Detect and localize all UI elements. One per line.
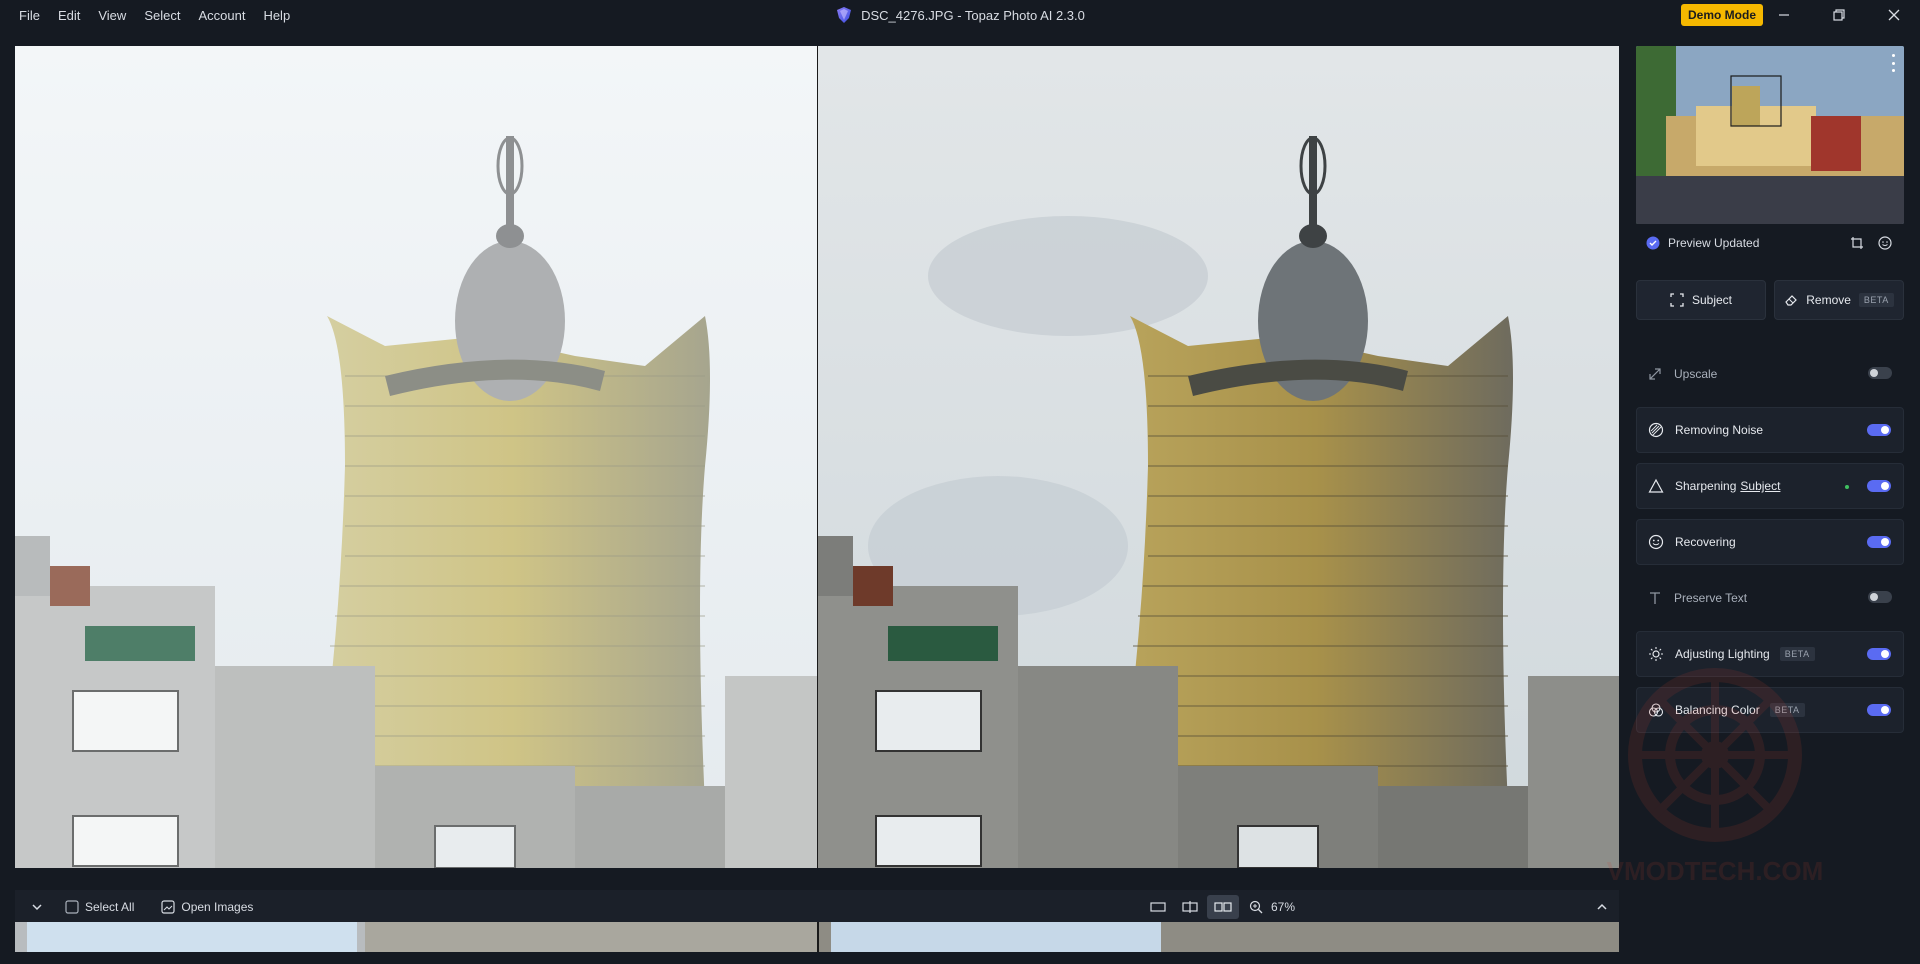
feature-adjusting-lighting[interactable]: Adjusting Lighting BETA <box>1636 631 1904 677</box>
adjusting-lighting-toggle[interactable] <box>1867 648 1891 660</box>
status-dot <box>1845 485 1849 489</box>
noise-icon <box>1647 421 1665 439</box>
removing-noise-toggle[interactable] <box>1867 424 1891 436</box>
filmstrip-images <box>15 922 1619 952</box>
open-images-label: Open Images <box>181 900 254 914</box>
open-images-button[interactable]: Open Images <box>161 890 253 924</box>
navigator-photo <box>1636 46 1904 224</box>
bottom-toolbar: Select All Open Images 67% <box>15 890 1619 924</box>
topaz-logo-icon <box>837 7 852 23</box>
chevron-down-icon[interactable] <box>25 890 49 924</box>
face-recovery-icon <box>1647 533 1665 551</box>
menu-account[interactable]: Account <box>189 8 254 23</box>
sun-icon <box>1647 645 1665 663</box>
enhanced-image-pane[interactable] <box>818 46 1619 868</box>
menu-bar: File Edit View Select Account Help <box>0 0 299 30</box>
upscale-icon <box>1646 365 1664 383</box>
more-options-icon[interactable] <box>1892 54 1896 72</box>
close-icon[interactable] <box>1871 0 1917 30</box>
window-title-text: DSC_4276.JPG - Topaz Photo AI 2.3.0 <box>861 7 1085 23</box>
chevron-up-icon[interactable] <box>1592 890 1612 924</box>
feature-removing-noise[interactable]: Removing Noise <box>1636 407 1904 453</box>
menu-view[interactable]: View <box>89 8 135 23</box>
zoom-control[interactable]: 67% <box>1249 890 1295 924</box>
minimize-icon[interactable] <box>1761 0 1807 30</box>
crop-icon[interactable] <box>1850 236 1864 250</box>
feature-balancing-color[interactable]: Balancing Color BETA <box>1636 687 1904 733</box>
feature-upscale[interactable]: Upscale <box>1636 351 1904 397</box>
tool-buttons: Subject Remove BETA <box>1636 280 1904 320</box>
checkbox-icon <box>65 900 79 914</box>
feature-preserve-text[interactable]: Preserve Text <box>1636 575 1904 621</box>
subject-button[interactable]: Subject <box>1636 280 1766 320</box>
side-by-side-view-icon[interactable] <box>1207 895 1239 919</box>
upscale-toggle[interactable] <box>1868 367 1892 379</box>
demo-mode-button[interactable]: Demo Mode <box>1681 4 1764 26</box>
feature-label: Removing Noise <box>1675 423 1764 437</box>
preserve-text-toggle[interactable] <box>1868 591 1892 603</box>
subject-select-icon <box>1670 293 1684 307</box>
select-all-checkbox[interactable]: Select All <box>65 890 134 924</box>
remove-button[interactable]: Remove BETA <box>1774 280 1904 320</box>
check-circle-icon <box>1646 236 1660 250</box>
image-viewer[interactable] <box>15 46 1619 868</box>
beta-badge: BETA <box>1779 647 1815 661</box>
sharpening-subject-link[interactable]: Subject <box>1740 479 1780 493</box>
menu-select[interactable]: Select <box>135 8 189 23</box>
filmstrip[interactable] <box>15 922 1619 952</box>
feature-label: Balancing Color <box>1675 703 1760 717</box>
select-all-label: Select All <box>85 900 135 914</box>
menu-help[interactable]: Help <box>254 8 299 23</box>
balancing-color-toggle[interactable] <box>1867 704 1891 716</box>
feature-recovering[interactable]: Recovering <box>1636 519 1904 565</box>
beta-badge: BETA <box>1858 293 1894 307</box>
split-view-icon[interactable] <box>1178 890 1202 924</box>
enhanced-photo <box>818 46 1619 868</box>
triangle-icon <box>1647 477 1665 495</box>
feature-label: Adjusting Lighting <box>1675 647 1770 661</box>
subject-button-label: Subject <box>1691 293 1733 307</box>
text-icon <box>1646 589 1664 607</box>
color-balance-icon <box>1647 701 1665 719</box>
feature-sharpening[interactable]: Sharpening Subject <box>1636 463 1904 509</box>
title-bar: File Edit View Select Account Help DSC_4… <box>0 0 1920 30</box>
feature-label: Sharpening <box>1675 479 1737 493</box>
original-image-pane[interactable] <box>15 46 817 868</box>
menu-file[interactable]: File <box>10 8 49 23</box>
eraser-icon <box>1785 295 1798 306</box>
sharpening-toggle[interactable] <box>1867 480 1891 492</box>
feature-label: Recovering <box>1675 535 1736 549</box>
zoom-level: 67% <box>1271 900 1296 914</box>
settings-sidebar: Preview Updated Subject Remove BETA Upsc… <box>1636 46 1904 956</box>
recovering-toggle[interactable] <box>1867 536 1891 548</box>
beta-badge: BETA <box>1769 703 1805 717</box>
remove-button-label: Remove <box>1806 293 1851 307</box>
feature-label: Preserve Text <box>1674 591 1748 605</box>
single-view-icon[interactable] <box>1146 890 1170 924</box>
zoom-icon <box>1249 900 1263 914</box>
feature-label: Upscale <box>1674 367 1718 381</box>
face-icon[interactable] <box>1878 236 1892 250</box>
preview-status-text: Preview Updated <box>1668 236 1760 250</box>
image-icon <box>161 900 175 914</box>
navigator-thumbnail[interactable] <box>1636 46 1904 224</box>
original-photo <box>15 46 817 868</box>
restore-icon[interactable] <box>1816 0 1862 30</box>
preview-status-row: Preview Updated <box>1636 230 1904 256</box>
menu-edit[interactable]: Edit <box>49 8 89 23</box>
